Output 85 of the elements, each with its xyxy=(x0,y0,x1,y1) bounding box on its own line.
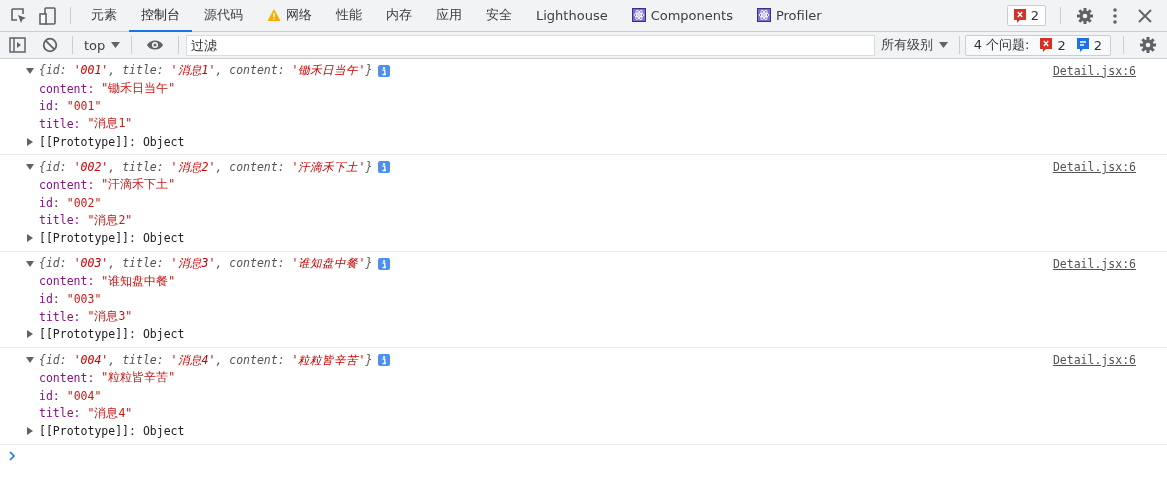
property-key: content: xyxy=(39,370,95,385)
property-value: "汗滴禾下土" xyxy=(101,177,176,193)
info-icon[interactable] xyxy=(378,64,391,77)
panel-tab[interactable]: 安全 xyxy=(474,0,524,32)
property-key: id: xyxy=(39,388,60,403)
property-key: id: xyxy=(39,195,60,210)
property-key: content: xyxy=(39,177,95,192)
property-value: "004" xyxy=(66,388,102,403)
error-icon xyxy=(1040,38,1053,52)
panel-tab[interactable]: 应用 xyxy=(424,0,474,32)
property-value: "谁知盘中餐" xyxy=(101,273,176,289)
expand-triangle-icon[interactable] xyxy=(26,330,34,339)
error-count-button[interactable]: 2 xyxy=(1006,5,1046,26)
property-key: title: xyxy=(39,213,81,228)
property-key: [[Prototype]]: xyxy=(39,327,136,342)
settings-icon[interactable] xyxy=(1076,6,1094,25)
expand-triangle-icon[interactable] xyxy=(26,426,34,435)
issues-button[interactable]: 4 个问题: 2 2 xyxy=(964,34,1111,56)
property-key: id: xyxy=(39,292,60,307)
caret-icon xyxy=(938,42,948,48)
object-preview: {id: '002', title: '消息2', content: '汗滴禾下土'} xyxy=(39,159,373,175)
panel-tab[interactable]: 性能 xyxy=(324,0,374,32)
property-key: title: xyxy=(39,116,81,131)
property-value: "002" xyxy=(66,195,102,210)
property-value: Object xyxy=(142,134,185,149)
log-levels-dropdown[interactable]: 所有级别 xyxy=(874,36,954,54)
property-value: "消息2" xyxy=(87,212,133,228)
close-icon[interactable] xyxy=(1137,7,1153,24)
panel-tab[interactable]: 元素 xyxy=(79,0,129,32)
sidebar-toggle-icon[interactable] xyxy=(9,37,26,53)
property-value: Object xyxy=(142,327,185,342)
property-key: title: xyxy=(39,406,81,421)
caret-icon xyxy=(111,42,121,48)
info-icon[interactable] xyxy=(378,161,391,174)
property-value: "消息1" xyxy=(87,116,133,132)
expand-triangle-icon[interactable] xyxy=(26,163,34,172)
expand-triangle-icon[interactable] xyxy=(26,259,34,268)
settings-icon[interactable] xyxy=(1139,36,1157,54)
panel-tab[interactable]: 内存 xyxy=(374,0,424,32)
property-value: "003" xyxy=(66,292,102,307)
panel-tab[interactable]: Lighthouse xyxy=(524,0,620,32)
device-toolbar-icon[interactable] xyxy=(39,6,56,25)
react-logo-icon xyxy=(631,8,646,22)
info-icon[interactable] xyxy=(378,257,391,270)
panel-tab[interactable]: 网络 xyxy=(255,0,324,32)
info-icon xyxy=(1076,38,1089,52)
react-logo-icon xyxy=(756,8,771,22)
inspect-icon[interactable] xyxy=(10,7,27,24)
object-preview: {id: '001', title: '消息1', content: '锄禾日当午'} xyxy=(39,63,373,79)
object-preview: {id: '003', title: '消息3', content: '谁知盘中餐'} xyxy=(39,256,373,272)
filter-field[interactable]: 过滤 xyxy=(186,34,875,56)
property-key: title: xyxy=(39,309,81,324)
property-value: "消息3" xyxy=(87,309,133,325)
prompt-icon[interactable] xyxy=(9,450,16,461)
expand-triangle-icon[interactable] xyxy=(26,66,34,75)
expand-triangle-icon[interactable] xyxy=(26,356,34,365)
expand-triangle-icon[interactable] xyxy=(26,137,34,146)
warning-icon xyxy=(267,8,281,22)
property-key: content: xyxy=(39,81,95,96)
property-value: "锄禾日当午" xyxy=(101,81,176,97)
source-link[interactable]: Detail.jsx:6 xyxy=(1052,158,1136,177)
panel-tab[interactable]: 源代码 xyxy=(192,0,255,32)
property-key: content: xyxy=(39,274,95,289)
property-value: "消息4" xyxy=(87,405,133,421)
panel-tab[interactable]: Profiler xyxy=(744,0,834,32)
source-link[interactable]: Detail.jsx:6 xyxy=(1052,62,1136,80)
property-key: [[Prototype]]: xyxy=(39,231,136,246)
property-value: Object xyxy=(142,231,185,246)
error-icon xyxy=(1013,8,1026,23)
property-key: id: xyxy=(39,99,60,114)
source-link[interactable]: Detail.jsx:6 xyxy=(1052,351,1136,369)
property-value: Object xyxy=(142,423,185,438)
live-expression-icon[interactable] xyxy=(146,38,165,52)
object-preview: {id: '004', title: '消息4', content: '粒粒皆辛苦'} xyxy=(39,352,373,368)
expand-triangle-icon[interactable] xyxy=(26,234,34,243)
more-menu-icon[interactable] xyxy=(1112,6,1118,25)
property-key: [[Prototype]]: xyxy=(39,423,136,438)
property-value: "001" xyxy=(66,99,102,114)
panel-tab[interactable]: Components xyxy=(619,0,745,32)
source-link[interactable]: Detail.jsx:6 xyxy=(1052,254,1136,273)
clear-console-icon[interactable] xyxy=(42,37,58,53)
property-value: "粒粒皆辛苦" xyxy=(101,370,176,386)
property-key: [[Prototype]]: xyxy=(39,134,136,149)
info-icon[interactable] xyxy=(378,354,391,367)
context-dropdown[interactable]: top xyxy=(78,37,127,53)
